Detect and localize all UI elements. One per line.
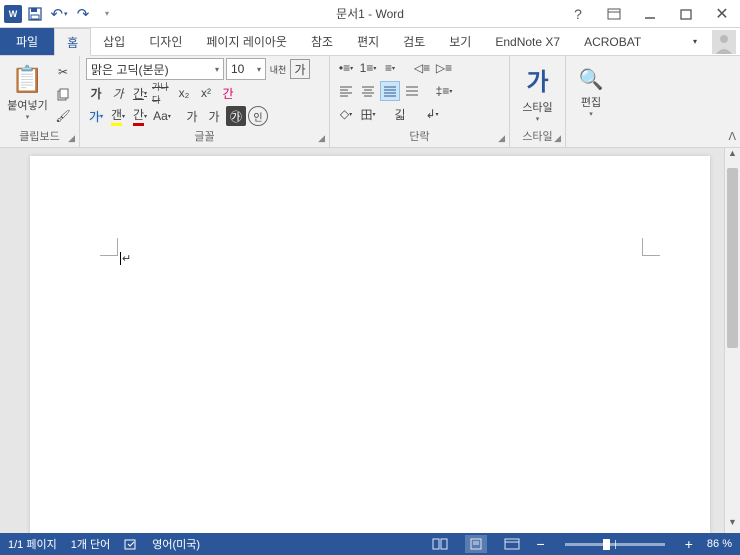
font-launcher[interactable]: ◢ bbox=[318, 133, 325, 144]
clipboard-group-label: 클립보드 bbox=[19, 131, 59, 143]
font-color-button[interactable]: 간▾ bbox=[130, 106, 150, 126]
tab-review[interactable]: 검토 bbox=[391, 28, 437, 55]
paragraph-group-label: 단락 bbox=[409, 131, 429, 143]
enclose-char2-button[interactable]: 가 bbox=[204, 106, 224, 126]
vertical-scrollbar[interactable]: ▲ ▼ bbox=[724, 148, 740, 533]
increase-indent-button[interactable]: ▷≡ bbox=[434, 58, 454, 78]
word-app-icon: W bbox=[4, 5, 22, 23]
scroll-down-button[interactable]: ▼ bbox=[725, 517, 740, 533]
paragraph-launcher[interactable]: ◢ bbox=[498, 133, 505, 144]
status-page[interactable]: 1/1 페이지 bbox=[8, 536, 57, 552]
maximize-button[interactable] bbox=[672, 3, 700, 25]
status-proofing[interactable] bbox=[124, 537, 138, 551]
qat-undo-button[interactable]: ↶▾ bbox=[48, 3, 70, 25]
zoom-slider[interactable] bbox=[565, 543, 665, 546]
styles-icon: 가 bbox=[526, 62, 548, 97]
subscript-button[interactable]: x₂ bbox=[174, 83, 194, 103]
show-marks-button[interactable]: ↲▾ bbox=[422, 104, 442, 124]
paste-button[interactable]: 📋 붙여넣기 ▾ bbox=[6, 58, 49, 126]
zoom-level[interactable]: 86 % bbox=[707, 538, 732, 550]
tab-mailings[interactable]: 편지 bbox=[345, 28, 391, 55]
tab-insert[interactable]: 삽입 bbox=[91, 28, 137, 55]
qat-save-button[interactable] bbox=[24, 3, 46, 25]
bullets-button[interactable]: •≡▾ bbox=[336, 58, 356, 78]
styles-button[interactable]: 가 스타일 ▾ bbox=[516, 58, 559, 126]
document-page[interactable]: ↵ bbox=[30, 156, 710, 533]
qat-customize-button[interactable]: ▾ bbox=[96, 3, 118, 25]
tab-file[interactable]: 파일 bbox=[0, 28, 54, 55]
font-size-combo[interactable]: 10▾ bbox=[226, 58, 266, 80]
underline-button[interactable]: 간▾ bbox=[130, 83, 150, 103]
zoom-out-button[interactable]: − bbox=[537, 536, 545, 552]
superscript-button[interactable]: x² bbox=[196, 83, 216, 103]
status-language[interactable]: 영어(미국) bbox=[152, 536, 200, 552]
cut-button[interactable]: ✂ bbox=[53, 62, 73, 82]
align-justify-button[interactable] bbox=[380, 81, 400, 101]
borders-button[interactable]: 田▾ bbox=[358, 104, 378, 124]
shading-button[interactable]: ◇▾ bbox=[336, 104, 356, 124]
clear-format-button[interactable]: 간 bbox=[218, 83, 238, 103]
shrink-font-button[interactable]: 가 bbox=[290, 59, 310, 79]
enclose-char1-button[interactable]: 가 bbox=[182, 106, 202, 126]
scroll-up-button[interactable]: ▲ bbox=[725, 148, 740, 164]
tab-view[interactable]: 보기 bbox=[437, 28, 483, 55]
status-word-count[interactable]: 1개 단어 bbox=[71, 536, 111, 552]
close-button[interactable]: ✕ bbox=[708, 3, 736, 25]
align-center-button[interactable] bbox=[358, 81, 378, 101]
format-painter-button[interactable]: 🖌 bbox=[53, 106, 73, 126]
editing-button[interactable]: 🔍 편집 ▾ bbox=[572, 58, 610, 126]
strikethrough-button[interactable]: 가나다 bbox=[152, 83, 172, 103]
view-print-button[interactable] bbox=[465, 535, 487, 553]
tab-layout[interactable]: 페이지 레이아웃 bbox=[194, 28, 299, 55]
bold-button[interactable]: 가 bbox=[86, 83, 106, 103]
help-button[interactable]: ? bbox=[564, 3, 592, 25]
enclose-char3-button[interactable]: ㉮ bbox=[226, 106, 246, 126]
window-title: 문서1 - Word bbox=[336, 5, 404, 22]
font-name-combo[interactable]: 맑은 고딕(본문)▾ bbox=[86, 58, 224, 80]
font-group-label: 글꼴 bbox=[194, 131, 214, 143]
line-spacing-button[interactable]: ‡≡▾ bbox=[434, 81, 454, 101]
styles-group-label: 스타일 bbox=[522, 131, 552, 143]
collapse-ribbon-button[interactable]: ᐱ bbox=[728, 130, 736, 143]
italic-button[interactable]: 가 bbox=[108, 83, 128, 103]
tab-acrobat[interactable]: ACROBAT bbox=[572, 28, 653, 55]
multilevel-button[interactable]: ≡▾ bbox=[380, 58, 400, 78]
highlight-button[interactable]: 갠▾ bbox=[108, 106, 128, 126]
clipboard-launcher[interactable]: ◢ bbox=[68, 133, 75, 144]
ribbon-display-button[interactable] bbox=[600, 3, 628, 25]
ribbon-menu-button[interactable]: ▾ bbox=[682, 28, 708, 55]
enclose-char4-button[interactable]: 인 bbox=[248, 106, 268, 126]
copy-button[interactable] bbox=[53, 84, 73, 104]
view-web-button[interactable] bbox=[501, 535, 523, 553]
zoom-in-button[interactable]: + bbox=[685, 536, 693, 552]
text-cursor: ↵ bbox=[120, 252, 131, 265]
align-distribute-button[interactable] bbox=[402, 81, 422, 101]
scroll-thumb[interactable] bbox=[727, 168, 738, 348]
qat-redo-button[interactable]: ↷ bbox=[72, 3, 94, 25]
change-case-button[interactable]: Aa▾ bbox=[152, 106, 172, 126]
user-account-icon[interactable] bbox=[712, 30, 736, 54]
align-left-button[interactable] bbox=[336, 81, 356, 101]
clipboard-icon: 📋 bbox=[11, 64, 43, 95]
tab-references[interactable]: 참조 bbox=[299, 28, 345, 55]
decrease-indent-button[interactable]: ◁≡ bbox=[412, 58, 432, 78]
numbering-button[interactable]: 1≡▾ bbox=[358, 58, 378, 78]
find-icon: 🔍 bbox=[579, 67, 604, 92]
tab-home[interactable]: 홈 bbox=[54, 28, 91, 56]
tab-design[interactable]: 디자인 bbox=[137, 28, 194, 55]
margin-corner-tl bbox=[100, 238, 118, 256]
zoom-slider-knob[interactable] bbox=[603, 539, 610, 550]
styles-launcher[interactable]: ◢ bbox=[554, 133, 561, 144]
tab-endnote[interactable]: EndNote X7 bbox=[483, 28, 572, 55]
grow-font-button[interactable]: 내천 bbox=[268, 59, 288, 79]
text-effects-button[interactable]: 가▾ bbox=[86, 106, 106, 126]
minimize-button[interactable] bbox=[636, 3, 664, 25]
sort-button[interactable]: 긻 bbox=[390, 104, 410, 124]
view-read-button[interactable] bbox=[429, 535, 451, 553]
margin-corner-tr bbox=[642, 238, 660, 256]
